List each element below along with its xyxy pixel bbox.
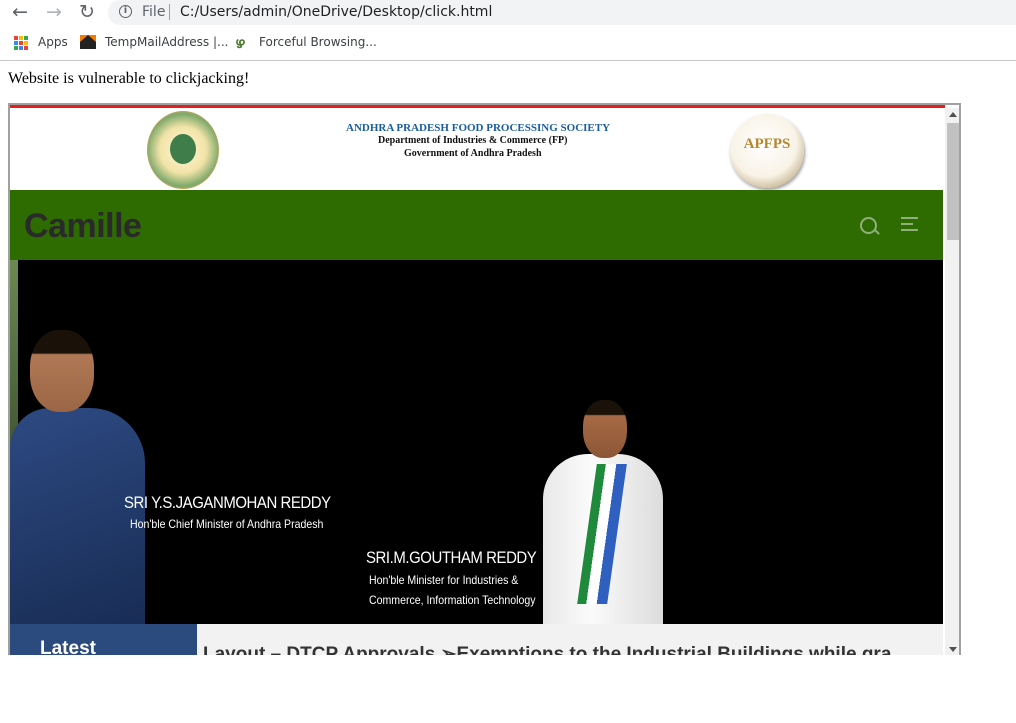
org-name: ANDHRA PRADESH FOOD PROCESSING SOCIETY [346, 122, 611, 134]
ticker-text[interactable]: Layout – DTCP Approvals ➢Exemptions to t… [203, 643, 891, 655]
news-ticker: Latest Layout – DTCP Approvals ➢Exemptio… [10, 624, 943, 655]
reload-icon[interactable]: ↻ [76, 1, 98, 23]
url-text[interactable]: C:/Users/admin/OneDrive/Desktop/click.ht… [180, 4, 492, 20]
apfps-logo-text: APFPS [743, 136, 791, 152]
scrollbar-thumb[interactable] [947, 123, 959, 240]
forceful-browsing-icon[interactable]: ഴ [235, 34, 245, 52]
bookmark-tempmail[interactable]: TempMailAddress |... [105, 35, 228, 49]
search-icon[interactable] [860, 217, 877, 234]
caption-minister-name: SRI.M.GOUTHAM REDDY [366, 548, 537, 567]
scroll-up-arrow-icon[interactable] [949, 112, 957, 117]
state-emblem-icon [147, 111, 219, 189]
bookmark-apps[interactable]: Apps [38, 35, 68, 49]
url-scheme: File [142, 4, 166, 20]
mail-icon[interactable] [80, 35, 96, 49]
caption-cm-name: SRI Y.S.JAGANMOHAN REDDY [124, 493, 331, 512]
forward-arrow-icon[interactable]: → [43, 1, 65, 23]
address-bar[interactable]: i File C:/Users/admin/OneDrive/Desktop/c… [108, 0, 1016, 25]
latest-badge: Latest [10, 624, 197, 655]
caption-cm-title: Hon'ble Chief Minister of Andhra Pradesh [130, 517, 324, 531]
department-name: Department of Industries & Commerce (FP) [378, 135, 568, 146]
bookmark-forceful-browsing[interactable]: Forceful Browsing... [259, 35, 377, 49]
government-name: Government of Andhra Pradesh [404, 148, 542, 159]
site-brand[interactable]: Camille [24, 207, 142, 246]
chief-minister-photo [10, 330, 150, 624]
caption-minister-title-1: Hon'ble Minister for Industries & [369, 573, 519, 587]
iframe-scrollbar[interactable] [945, 108, 959, 655]
site-header: ANDHRA PRADESH FOOD PROCESSING SOCIETY D… [10, 108, 945, 190]
apps-grid-icon[interactable] [14, 36, 28, 50]
menu-icon[interactable] [901, 217, 918, 231]
embedded-iframe[interactable]: ANDHRA PRADESH FOOD PROCESSING SOCIETY D… [8, 103, 961, 655]
caption-minister-title-2: Commerce, Information Technology [369, 593, 536, 607]
bookmarks-bar: Apps TempMailAddress |... ഴ Forceful Bro… [0, 26, 1016, 61]
apfps-logo: APFPS [730, 114, 804, 188]
hero-banner: SRI Y.S.JAGANMOHAN REDDY Hon'ble Chief M… [10, 260, 943, 624]
back-arrow-icon[interactable]: ← [9, 1, 31, 23]
latest-label: Latest [40, 638, 96, 655]
site-navbar: Camille [10, 190, 943, 260]
page-heading: Website is vulnerable to clickjacking! [8, 70, 250, 87]
minister-photo [535, 400, 665, 624]
divider [169, 4, 170, 20]
browser-toolbar: ← → ↻ i File C:/Users/admin/OneDrive/Des… [0, 0, 1016, 25]
info-icon[interactable]: i [119, 5, 132, 18]
scroll-down-arrow-icon[interactable] [949, 647, 957, 652]
